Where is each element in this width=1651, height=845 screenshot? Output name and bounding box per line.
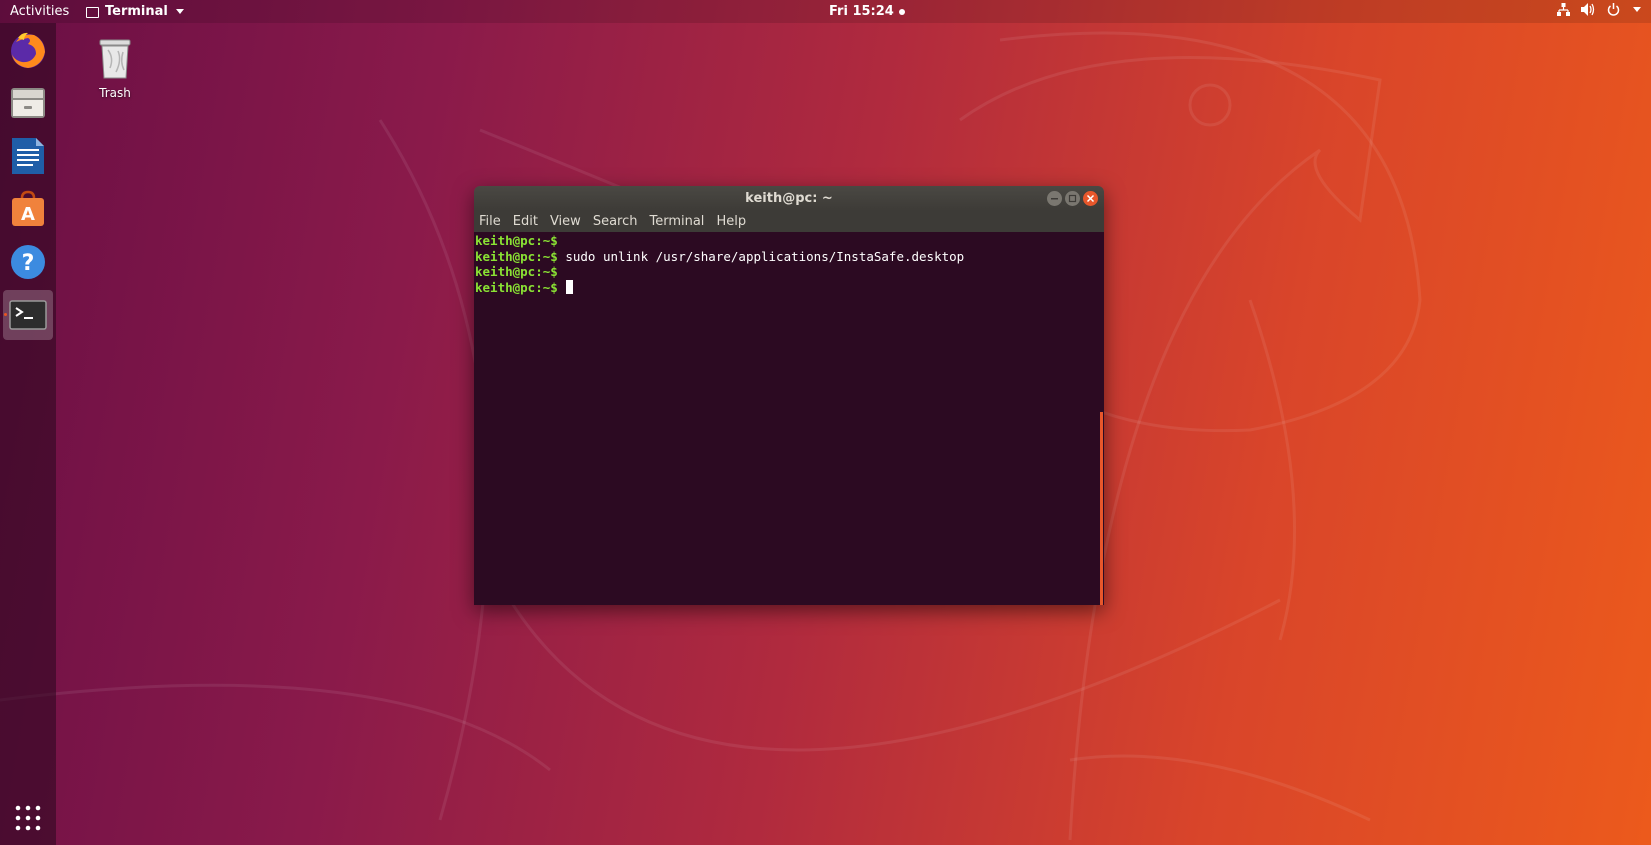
help-icon: ?: [11, 245, 45, 279]
app-grid-icon: [15, 805, 41, 831]
power-icon: [1607, 3, 1620, 16]
maximize-button[interactable]: [1065, 191, 1080, 206]
dock-item-help[interactable]: ?: [3, 237, 53, 287]
terminal-output[interactable]: keith@pc:~$ keith@pc:~$ sudo unlink /usr…: [474, 232, 1104, 605]
menu-search[interactable]: Search: [593, 211, 638, 232]
terminal-window[interactable]: keith@pc: ~ File Edit View Search Termin…: [474, 186, 1104, 605]
menu-help[interactable]: Help: [716, 211, 746, 232]
window-controls: [1047, 191, 1098, 206]
window-title: keith@pc: ~: [745, 191, 833, 206]
trash-label: Trash: [99, 86, 131, 100]
dock-item-terminal[interactable]: [3, 290, 53, 340]
scrollbar[interactable]: [1100, 412, 1103, 605]
window-titlebar[interactable]: keith@pc: ~: [474, 186, 1104, 211]
network-icon: [1557, 3, 1570, 16]
top-bar: Activities Terminal Fri 15:24: [0, 0, 1651, 23]
menu-terminal[interactable]: Terminal: [649, 211, 704, 232]
menu-view[interactable]: View: [550, 211, 581, 232]
close-icon: [1086, 194, 1095, 203]
close-button[interactable]: [1083, 191, 1098, 206]
app-menu-label: Terminal: [105, 4, 168, 19]
dock-item-files[interactable]: [3, 78, 53, 128]
maximize-icon: [1068, 194, 1077, 203]
desktop-trash[interactable]: Trash: [92, 38, 138, 100]
terminal-line: keith@pc:~$: [474, 279, 1104, 296]
command-text: [558, 280, 566, 295]
chevron-down-icon: [1633, 7, 1641, 12]
dock-item-writer[interactable]: [3, 131, 53, 181]
minimize-icon: [1051, 198, 1058, 200]
svg-text:A: A: [21, 204, 35, 225]
clock[interactable]: Fri 15:24: [829, 4, 905, 19]
clock-label: Fri 15:24: [829, 4, 894, 19]
trash-icon: [99, 39, 131, 79]
terminal-icon: [9, 300, 47, 330]
system-tray[interactable]: [1557, 3, 1641, 16]
chevron-down-icon: [175, 9, 184, 14]
prompt: keith@pc:~$: [475, 248, 558, 264]
terminal-line: keith@pc:~$ sudo unlink /usr/share/appli…: [474, 249, 1104, 265]
app-menu[interactable]: Terminal: [86, 4, 184, 19]
terminal-small-icon: [86, 7, 99, 18]
prompt: keith@pc:~$: [475, 279, 558, 295]
text-cursor: [566, 279, 574, 294]
prompt: keith@pc:~$: [475, 264, 558, 279]
svg-text:?: ?: [22, 251, 35, 276]
dock: A ?: [0, 23, 56, 845]
activities-button[interactable]: Activities: [10, 4, 69, 19]
menu-file[interactable]: File: [479, 211, 501, 232]
volume-icon: [1581, 3, 1595, 16]
terminal-line: keith@pc:~$: [474, 233, 1104, 249]
firefox-icon: [11, 32, 45, 68]
show-applications-button[interactable]: [3, 793, 53, 843]
terminal-line: keith@pc:~$: [474, 264, 1104, 280]
command-text: sudo unlink /usr/share/applications/Inst…: [557, 248, 965, 264]
files-icon: [11, 88, 45, 118]
running-indicator: [4, 313, 7, 316]
prompt: keith@pc:~$: [475, 233, 558, 248]
notification-dot-icon: [898, 8, 905, 15]
software-icon: A: [12, 190, 44, 226]
menu-edit[interactable]: Edit: [513, 211, 538, 232]
writer-icon: [12, 138, 44, 174]
minimize-button[interactable]: [1047, 191, 1062, 206]
dock-item-firefox[interactable]: [3, 25, 53, 75]
terminal-menubar: File Edit View Search Terminal Help: [474, 211, 1104, 232]
dock-item-software[interactable]: A: [3, 184, 53, 234]
